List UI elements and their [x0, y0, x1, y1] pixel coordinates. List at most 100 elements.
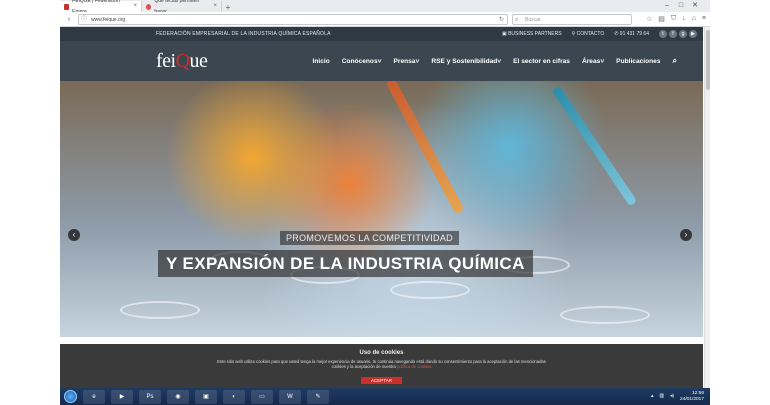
clock-date: 24/01/2017	[679, 396, 704, 402]
googleplus-icon[interactable]: g	[679, 30, 687, 38]
cookie-banner: Uso de cookies Este sitio web utiliza co…	[60, 344, 703, 388]
folder-icon[interactable]: ▭	[251, 389, 273, 404]
close-tab-icon[interactable]: ×	[213, 1, 217, 12]
photoshop-icon[interactable]: Ps	[139, 389, 161, 404]
hero-caption-small: PROMOVEMOS LA COMPETITIVIDAD	[280, 231, 459, 245]
tray-arrow-icon[interactable]: ▴	[651, 394, 653, 399]
menu-item-prensa[interactable]: Prensa˅	[393, 58, 419, 65]
website: FEDERACIÓN EMPRESARIAL DE LA INDUSTRIA Q…	[60, 27, 703, 337]
site-top-bar: FEDERACIÓN EMPRESARIAL DE LA INDUSTRIA Q…	[60, 27, 703, 41]
favicon-icon	[146, 3, 152, 10]
menu-item-inicio[interactable]: Inicio	[313, 58, 330, 65]
internet-explorer-icon[interactable]: e	[83, 389, 105, 404]
menu-label: RSE y Sostenibilidad	[431, 57, 498, 65]
menu-icon[interactable]: ≡	[702, 15, 706, 23]
url-bar[interactable]: ⓘ www.feique.org ↻	[78, 13, 508, 25]
screen: FEIQUE | Federación Empre... × Qué tecla…	[0, 0, 770, 405]
test-tube-image	[390, 281, 470, 299]
twitter-icon[interactable]: t	[659, 30, 667, 38]
menu-item-conocenos[interactable]: Conócenos˅	[342, 58, 382, 65]
cookie-policy-link[interactable]: política de cookies	[397, 364, 431, 369]
new-tab-icon[interactable]: +	[222, 3, 234, 12]
menu-item-rse[interactable]: RSE y Sostenibilidad˅	[431, 58, 501, 65]
photos-icon[interactable]: ▣	[195, 389, 217, 404]
search-icon[interactable]: ⌕	[673, 56, 677, 66]
window-controls: – □ ✕	[660, 0, 702, 11]
shield-icon[interactable]: ⛉	[671, 15, 676, 23]
feique-logo[interactable]: feiQue	[156, 49, 208, 73]
search-input[interactable]: ⌕ Buscar	[512, 13, 632, 25]
logo-q: Q	[175, 49, 190, 72]
contact-link[interactable]: ⚲ CONTACTO	[572, 31, 605, 37]
windows-taskbar: e ▶ Ps ◉ ▣ ◐ ▭ W ✎ ▴ ▥ ◂) 12:56 24/01/20…	[60, 388, 710, 405]
home-icon[interactable]: ⌂	[692, 15, 696, 23]
network-icon[interactable]: ▥	[659, 394, 664, 399]
reading-list-icon[interactable]: ▤	[658, 15, 665, 23]
hero-caption-big: Y EXPANSIÓN DE LA INDUSTRIA QUÍMICA	[158, 250, 533, 277]
main-nav: feiQue Inicio Conócenos˅ Prensa˅ RSE y S…	[60, 41, 703, 81]
search-placeholder: Buscar	[525, 16, 541, 23]
test-tube-image	[120, 301, 200, 319]
logo-part: ue	[189, 49, 208, 72]
favicon-icon	[64, 3, 70, 10]
menu-item-sector-cifras[interactable]: El sector en cifras	[513, 58, 570, 65]
pipette-blue-image	[551, 85, 638, 207]
windows-start-icon[interactable]	[64, 390, 77, 403]
pdf-icon[interactable]: ✎	[307, 389, 329, 404]
close-tab-icon[interactable]: ×	[133, 1, 137, 12]
media-player-icon[interactable]: ▶	[111, 389, 133, 404]
chevron-down-icon: ˅	[600, 57, 605, 65]
download-icon[interactable]: ↓	[682, 15, 686, 23]
business-partners-link[interactable]: ▣ BUSINESS PARTNERS	[502, 31, 562, 37]
browser-tab-feique[interactable]: FEIQUE | Federación Empre... ×	[60, 0, 142, 15]
business-partners-label: BUSINESS PARTNERS	[508, 31, 562, 37]
bookmark-star-icon[interactable]: ☆	[646, 15, 652, 23]
menu-label: Áreas	[581, 57, 601, 65]
url-text: www.feique.org	[91, 16, 126, 23]
reload-icon[interactable]: ↻	[499, 15, 504, 25]
back-icon[interactable]: ‹	[64, 16, 74, 23]
phone-link[interactable]: ✆ 91 431 79 64	[614, 31, 649, 37]
cookie-text: Este sitio web utiliza cookies para que …	[60, 356, 703, 369]
main-menu: Inicio Conócenos˅ Prensa˅ RSE y Sostenib…	[313, 56, 704, 66]
browser-tab-keys[interactable]: Qué teclas permiten hacer... ×	[142, 0, 222, 15]
volume-icon[interactable]: ◂)	[670, 394, 674, 399]
youtube-icon[interactable]: ▶	[689, 30, 697, 38]
pipette-orange-image	[385, 81, 465, 215]
page-scrollbar[interactable]	[704, 27, 710, 388]
facebook-icon[interactable]: f	[669, 30, 677, 38]
menu-label: Conócenos	[341, 57, 378, 65]
accept-cookies-button[interactable]: ACEPTAR	[361, 377, 402, 384]
chevron-down-icon: ˅	[377, 57, 382, 65]
cookie-body: Este sitio web utiliza cookies para que …	[217, 359, 546, 369]
browser-tab-bar: FEIQUE | Federación Empre... × Qué tecla…	[60, 0, 710, 15]
search-icon: ⌕	[515, 16, 519, 23]
test-tube-image	[560, 306, 650, 324]
contact-label: CONTACTO	[576, 31, 605, 37]
slider-next-icon[interactable]: ›	[680, 229, 692, 241]
scrollbar-thumb[interactable]	[706, 30, 710, 90]
chevron-down-icon: ˅	[415, 57, 420, 65]
menu-item-areas[interactable]: Áreas˅	[582, 58, 604, 65]
cookie-title: Uso de cookies	[359, 350, 404, 356]
menu-item-publicaciones[interactable]: Publicaciones	[616, 58, 660, 65]
system-tray: ▴ ▥ ◂) 12:56 24/01/2017	[651, 391, 710, 402]
slider-prev-icon[interactable]: ‹	[68, 229, 80, 241]
close-window-icon[interactable]: ✕	[688, 0, 702, 11]
maximize-icon[interactable]: □	[674, 0, 688, 11]
toolbar-icons: ☆ ▤ ⛉ ↓ ⌂ ≡	[646, 15, 706, 23]
phone-label: 91 431 79 64	[619, 31, 649, 37]
hero-slider: PROMOVEMOS LA COMPETITIVIDAD Y EXPANSIÓN…	[60, 81, 703, 337]
browser-nav-bar: ‹ ⓘ www.feique.org ↻ ⌕ Buscar ☆ ▤ ⛉ ↓ ⌂ …	[60, 12, 710, 27]
info-icon[interactable]: ⓘ	[81, 15, 87, 25]
site-tagline: FEDERACIÓN EMPRESARIAL DE LA INDUSTRIA Q…	[156, 31, 331, 37]
social-links: t f g ▶	[659, 30, 697, 38]
minimize-icon[interactable]: –	[660, 0, 674, 11]
chrome-icon[interactable]: ◉	[167, 389, 189, 404]
menu-label: Prensa	[393, 57, 416, 65]
word-icon[interactable]: W	[279, 389, 301, 404]
clock[interactable]: 12:56 24/01/2017	[680, 391, 704, 402]
logo-part: fei	[156, 49, 176, 72]
chevron-down-icon: ˅	[497, 57, 502, 65]
firefox-icon[interactable]: ◐	[223, 389, 245, 404]
